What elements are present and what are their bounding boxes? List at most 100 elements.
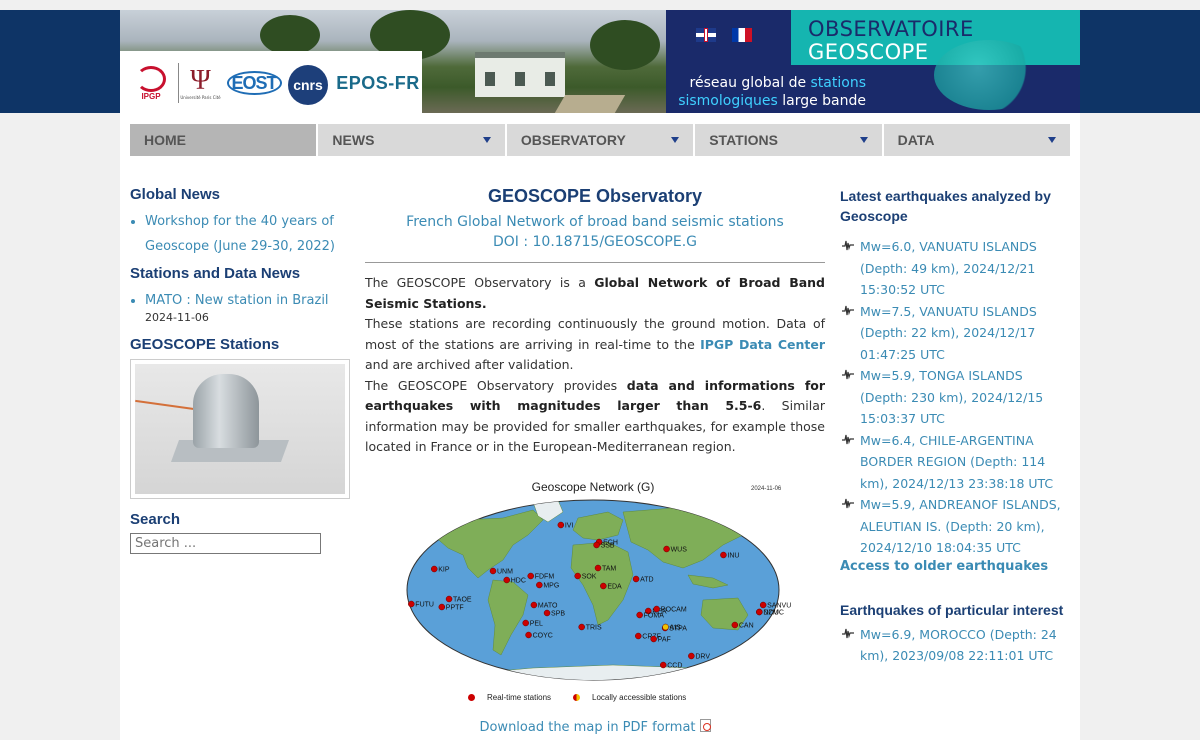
earthquake-link[interactable]: Mw=5.9, TONGA ISLANDS (Depth: 230 km), 2… bbox=[860, 368, 1043, 426]
ipgp-data-center-link[interactable]: IPGP Data Center bbox=[700, 337, 825, 352]
station-label: PEL bbox=[530, 620, 543, 627]
older-earthquakes-link[interactable]: Access to older earthquakes bbox=[840, 559, 1065, 574]
antarctica-shape bbox=[432, 664, 754, 680]
station-label: PPTF bbox=[446, 604, 464, 611]
tagline-highlight2: sismologiques bbox=[678, 93, 778, 109]
nav-news[interactable]: NEWS bbox=[318, 124, 505, 156]
station-dot bbox=[525, 631, 532, 638]
download-map-link[interactable]: Download the map in PDF format bbox=[479, 720, 695, 735]
global-news-list: Workshop for the 40 years of Geoscope (J… bbox=[130, 209, 350, 259]
up-mark-icon: Ψ bbox=[190, 64, 211, 96]
legend-local: Locally accessible stations bbox=[573, 693, 686, 702]
seismogram-icon bbox=[842, 305, 854, 315]
french-flag-icon[interactable] bbox=[732, 28, 752, 42]
earthquake-link[interactable]: Mw=7.5, VANUATU ISLANDS (Depth: 22 km), … bbox=[860, 304, 1037, 362]
station-dot bbox=[635, 632, 642, 639]
earthquake-item: Mw=6.9, MOROCCO (Depth: 24 km), 2023/09/… bbox=[840, 624, 1065, 667]
global-news-link[interactable]: Workshop for the 40 years of Geoscope (J… bbox=[145, 214, 335, 254]
station-dot bbox=[430, 565, 438, 572]
earthquake-item: Mw=6.4, CHILE-ARGENTINA BORDER REGION (D… bbox=[840, 430, 1065, 495]
page-title: GEOSCOPE Observatory bbox=[487, 186, 703, 206]
page-subtitle: French Global Network of broad band seis… bbox=[406, 214, 784, 230]
station-dot bbox=[578, 623, 585, 630]
station-photo[interactable] bbox=[130, 359, 350, 499]
station-dot bbox=[600, 582, 607, 589]
latest-earthquakes-heading: Latest earthquakes analyzed by Geoscope bbox=[840, 188, 1051, 224]
station-label: SPB bbox=[551, 610, 565, 617]
cnrs-logo-text: cnrs bbox=[293, 77, 323, 93]
nav-data[interactable]: DATA bbox=[883, 124, 1071, 156]
stations-news-link[interactable]: MATO : New station in Brazil bbox=[145, 293, 329, 308]
banner-title-line1: OBSERVATOIRE bbox=[808, 17, 974, 41]
station-dot bbox=[663, 545, 670, 552]
station-label: FDFM bbox=[535, 573, 555, 580]
eost-logo-text: EOST bbox=[226, 71, 282, 95]
english-flag-icon[interactable] bbox=[696, 28, 716, 42]
caret-down-icon bbox=[482, 137, 491, 143]
earthquake-link[interactable]: Mw=5.9, ANDREANOF ISLANDS, ALEUTIAN IS. … bbox=[860, 497, 1061, 555]
nav-home[interactable]: HOME bbox=[130, 124, 317, 156]
search-input[interactable] bbox=[130, 533, 321, 554]
local-dot-icon bbox=[573, 693, 581, 701]
station-label: TAOE bbox=[453, 596, 472, 603]
latest-earthquakes-list: Mw=6.0, VANUATU ISLANDS (Depth: 49 km), … bbox=[840, 236, 1065, 559]
page: IPGP Ψ Université Paris Cité EOST cnrs E… bbox=[120, 10, 1080, 740]
nav-observatory[interactable]: OBSERVATORY bbox=[506, 124, 694, 156]
eost-logo[interactable]: EOST bbox=[226, 63, 282, 103]
station-dot bbox=[688, 652, 695, 659]
earthquake-item: Mw=5.9, ANDREANOF ISLANDS, ALEUTIAN IS. … bbox=[840, 494, 1065, 559]
partner-logos: IPGP Ψ Université Paris Cité EOST cnrs E… bbox=[120, 51, 422, 113]
network-map[interactable]: Geoscope Network (G) 2024-11-06 IVI ECH … bbox=[393, 480, 793, 715]
station-dot bbox=[489, 567, 497, 574]
station-label: EDA bbox=[607, 583, 622, 590]
left-sidebar: Global News Workshop for the 40 years of… bbox=[130, 186, 350, 554]
station-label: SOK bbox=[582, 573, 597, 580]
language-switcher bbox=[696, 28, 752, 42]
nav-stations-label: STATIONS bbox=[709, 132, 778, 148]
cnrs-logo[interactable]: cnrs bbox=[288, 65, 328, 105]
legend-realtime: Real-time stations bbox=[468, 693, 551, 702]
earthquake-link[interactable]: Mw=6.9, MOROCCO (Depth: 24 km), 2023/09/… bbox=[860, 627, 1057, 664]
tree-shape bbox=[260, 15, 320, 55]
globe-icon bbox=[934, 40, 1044, 110]
station-dot bbox=[445, 595, 453, 602]
intro-paragraph: The GEOSCOPE Observatory is a Global Net… bbox=[365, 273, 825, 314]
nav-stations[interactable]: STATIONS bbox=[695, 124, 882, 156]
legend-realtime-label: Real-time stations bbox=[487, 692, 552, 702]
earthquake-link[interactable]: Mw=6.4, CHILE-ARGENTINA BORDER REGION (D… bbox=[860, 433, 1053, 491]
caret-down-icon bbox=[859, 137, 868, 143]
station-dot bbox=[557, 521, 565, 528]
nav-news-label: NEWS bbox=[332, 132, 375, 148]
pdf-icon[interactable] bbox=[699, 718, 711, 732]
station-dot bbox=[530, 601, 538, 608]
station-label: FOMA bbox=[644, 612, 665, 619]
tagline-part1: réseau global de bbox=[689, 75, 811, 91]
ipgp-logo[interactable]: IPGP bbox=[132, 63, 170, 103]
station-dot bbox=[438, 603, 446, 610]
station-dot bbox=[408, 600, 415, 607]
station-dot bbox=[536, 581, 543, 588]
p1-text: The GEOSCOPE Observatory is a bbox=[365, 275, 595, 290]
station-label: KIP bbox=[438, 566, 450, 573]
window-shape bbox=[545, 72, 555, 86]
ipgp-mark-icon bbox=[136, 65, 166, 92]
tagline-part2: large bande bbox=[777, 93, 866, 109]
data-paragraph: These stations are recording continuousl… bbox=[365, 314, 825, 376]
station-dot bbox=[660, 661, 667, 668]
epos-fr-logo[interactable]: EPOS-FR bbox=[336, 63, 420, 103]
particular-earthquakes-list: Mw=6.9, MOROCCO (Depth: 24 km), 2023/09/… bbox=[840, 624, 1065, 667]
earthquake-link[interactable]: Mw=6.0, VANUATU ISLANDS (Depth: 49 km), … bbox=[860, 239, 1037, 297]
station-dot bbox=[662, 623, 669, 630]
station-dot bbox=[636, 611, 643, 618]
station-label: ATD bbox=[640, 576, 653, 583]
station-dot bbox=[720, 551, 727, 558]
station-dot bbox=[593, 541, 600, 548]
road-shape bbox=[554, 95, 626, 113]
cable-shape bbox=[135, 399, 195, 411]
universite-paris-cite-logo[interactable]: Ψ Université Paris Cité bbox=[178, 63, 222, 103]
geoscope-stations-heading: GEOSCOPE Stations bbox=[130, 336, 280, 353]
seismometer-image bbox=[135, 364, 345, 494]
earthquake-item: Mw=5.9, TONGA ISLANDS (Depth: 230 km), 2… bbox=[840, 365, 1065, 430]
station-label: SSB bbox=[601, 542, 615, 549]
stations-news-list: MATO : New station in Brazil bbox=[130, 288, 350, 313]
